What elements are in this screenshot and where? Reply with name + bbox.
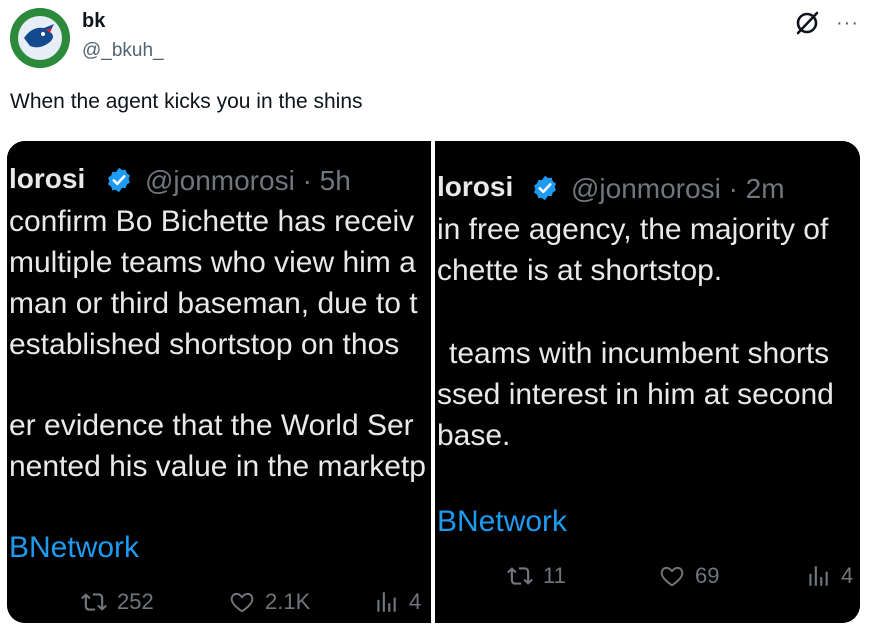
like-stat[interactable]: 2.1K bbox=[227, 589, 310, 615]
views-stat[interactable]: 4 bbox=[803, 563, 853, 589]
hashtag-link[interactable]: BNetwork bbox=[9, 531, 139, 565]
views-stat[interactable]: 4 bbox=[371, 589, 421, 615]
tweet-line: er evidence that the World Ser bbox=[9, 409, 414, 442]
like-icon bbox=[660, 566, 684, 587]
retweet-icon bbox=[81, 593, 107, 611]
views-icon bbox=[809, 566, 828, 586]
retweet-stat[interactable]: 11 bbox=[505, 563, 566, 589]
tweet-media[interactable]: lorosi @jonmorosi · 5h confirm Bo Bichet… bbox=[7, 141, 860, 623]
views-count: 4 bbox=[409, 589, 422, 614]
screenshot-left[interactable]: lorosi @jonmorosi · 5h confirm Bo Bichet… bbox=[7, 141, 431, 623]
avatar[interactable] bbox=[10, 8, 70, 68]
more-icon[interactable]: ··· bbox=[836, 13, 859, 33]
tweet-text: When the agent kicks you in the shins bbox=[10, 90, 363, 113]
author-handle[interactable]: @_bkuh_ bbox=[82, 40, 164, 62]
inner-author-name: lorosi bbox=[437, 171, 514, 202]
tweet-line: teams with incumbent shorts bbox=[449, 337, 830, 370]
views-count: 4 bbox=[841, 563, 854, 588]
like-count: 69 bbox=[695, 563, 720, 588]
tweet-line: nented his value in the marketp bbox=[9, 450, 426, 483]
like-count: 2.1K bbox=[265, 589, 311, 614]
author-name[interactable]: bk bbox=[82, 10, 105, 33]
grok-icon[interactable] bbox=[792, 8, 822, 38]
tweet-line: base. bbox=[437, 419, 511, 452]
retweet-count: 11 bbox=[543, 563, 566, 588]
like-icon bbox=[230, 592, 254, 613]
retweet-stat[interactable]: 252 bbox=[79, 589, 154, 615]
tweet-line: confirm Bo Bichette has receiv bbox=[9, 205, 415, 238]
hashtag-link[interactable]: BNetwork bbox=[437, 505, 567, 539]
retweet-count: 252 bbox=[117, 589, 154, 614]
tweet-line: ssed interest in him at second bbox=[437, 378, 834, 411]
inner-handle-time: @jonmorosi · 2m bbox=[571, 173, 785, 204]
verified-icon bbox=[108, 167, 130, 193]
like-stat[interactable]: 69 bbox=[657, 563, 719, 589]
verified-icon bbox=[534, 175, 556, 201]
tweet-line: in free agency, the majority of bbox=[437, 213, 829, 246]
views-icon bbox=[377, 592, 396, 612]
tweet-line: chette is at shortstop. bbox=[437, 254, 723, 287]
tweet-line: established shortstop on thos bbox=[9, 328, 400, 361]
blue-jays-logo bbox=[10, 8, 70, 68]
screenshot-right[interactable]: lorosi @jonmorosi · 2m in free agency, t… bbox=[435, 141, 860, 623]
tweet-line: multiple teams who view him a bbox=[9, 246, 416, 279]
inner-handle-time: @jonmorosi · 5h bbox=[145, 165, 351, 196]
inner-author-name: lorosi bbox=[9, 163, 86, 194]
tweet-line: man or third baseman, due to t bbox=[9, 287, 418, 320]
retweet-icon bbox=[507, 567, 533, 585]
